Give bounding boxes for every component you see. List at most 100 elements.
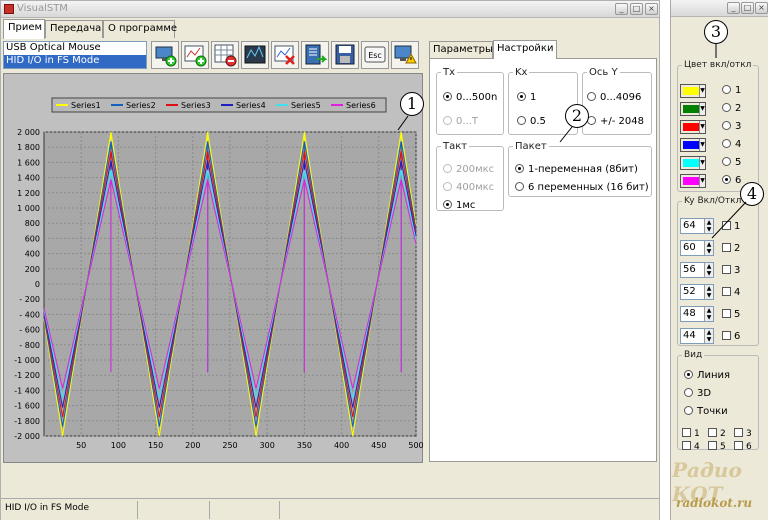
color-swatch [683, 105, 699, 113]
view-checkbox-1[interactable]: 1 [682, 428, 700, 439]
color-radio-2[interactable]: 2 [722, 103, 741, 114]
device-list-item[interactable]: USB Optical Mouse [4, 42, 146, 55]
monitor-add-button[interactable] [151, 41, 179, 69]
color-radio-3[interactable]: 3 [722, 121, 741, 132]
color-radio-4[interactable]: 4 [722, 139, 741, 150]
takt-group-label: Такт [443, 141, 468, 152]
legend-label: Series1 [71, 101, 101, 110]
checkbox-icon [722, 243, 731, 252]
spinner-arrows-icon[interactable]: ▲ ▼ [704, 329, 713, 343]
checkbox-icon [682, 428, 691, 437]
spinner-arrows-icon[interactable]: ▲ ▼ [704, 241, 713, 255]
view-checkbox-5[interactable]: 5 [708, 441, 726, 452]
color-dropdown-5[interactable]: ▼ [680, 156, 706, 170]
packet-radio-1var[interactable]: 1-переменная (8бит) [515, 164, 638, 175]
side-close-button[interactable]: × [755, 2, 768, 14]
packet-radio-6var[interactable]: 6 переменных (16 бит) [515, 182, 649, 193]
axis-y-group-label: Ось Y [589, 67, 618, 78]
tab-about[interactable]: О программе [103, 20, 177, 38]
watermark-url: radiokot.ru [676, 496, 753, 510]
checkbox-icon [722, 287, 731, 296]
radio-icon [722, 85, 731, 94]
axis-y-radio-2048[interactable]: +/- 2048 [587, 116, 644, 127]
side-minimize-button[interactable]: _ [727, 2, 740, 14]
maximize-button[interactable]: □ [630, 3, 643, 15]
view-checkbox-3[interactable]: 3 [734, 428, 752, 439]
view-radio-1[interactable]: Линия [684, 370, 730, 381]
packet-option-label: 6 переменных (16 бит) [528, 182, 649, 193]
callout-1: 1 [400, 92, 424, 116]
checkbox-icon [708, 441, 717, 450]
spinner-arrows-icon[interactable]: ▲ ▼ [704, 263, 713, 277]
tab-transmit[interactable]: Передача [45, 20, 103, 38]
ky-spinner-1[interactable]: 64 ▲ ▼ [680, 218, 714, 234]
device-list[interactable]: USB Optical Mouse HID I/O in FS Mode [3, 41, 147, 69]
ky-spinner-2[interactable]: 60 ▲ ▼ [680, 240, 714, 256]
book-export-button[interactable] [301, 41, 329, 69]
kx-radio-0-5[interactable]: 0.5 [517, 116, 546, 127]
color-dropdown-1[interactable]: ▼ [680, 84, 706, 98]
channel-checkbox-3[interactable]: 3 [722, 265, 740, 276]
channel-panel: _ □ × Цвет вкл/откл ▼ 1 ▼ 2 ▼ 3 ▼ 4 ▼ 5 ▼ 6 Ky Вкл/… [670, 0, 768, 520]
channel-checkbox-4[interactable]: 4 [722, 287, 740, 298]
spinner-arrows-icon[interactable]: ▲ ▼ [704, 219, 713, 233]
ky-spinner-6[interactable]: 44 ▲ ▼ [680, 328, 714, 344]
tx-radio-0-500[interactable]: 0...500n [443, 92, 497, 103]
main-window: VisualSTM _ □ × Прием Передача О програм… [0, 0, 660, 520]
channel-checkbox-2[interactable]: 2 [722, 243, 740, 254]
y-tick-label: 1 200 [17, 189, 40, 198]
view-checkbox-4[interactable]: 4 [682, 441, 700, 452]
color-dropdown-4[interactable]: ▼ [680, 138, 706, 152]
ky-spinner-4[interactable]: 52 ▲ ▼ [680, 284, 714, 300]
spinner-arrows-icon[interactable]: ▲ ▼ [704, 285, 713, 299]
monitor-warning-button[interactable] [391, 41, 419, 69]
takt-option-label: 400мкс [456, 182, 495, 193]
channel-checkbox-6[interactable]: 6 [722, 331, 740, 342]
radio-icon [684, 388, 693, 397]
chart-add-button[interactable] [181, 41, 209, 69]
ky-spinner-5[interactable]: 48 ▲ ▼ [680, 306, 714, 322]
escape-key-label: Esc [368, 51, 382, 60]
color-radio-6[interactable]: 6 [722, 175, 741, 186]
callout-2: 2 [565, 104, 589, 128]
close-button[interactable]: × [645, 3, 658, 15]
kx-radio-1[interactable]: 1 [517, 92, 536, 103]
color-radio-label: 5 [735, 157, 742, 168]
save-button[interactable] [331, 41, 359, 69]
view-checkbox-6[interactable]: 6 [734, 441, 752, 452]
view-radio-2[interactable]: 3D [684, 388, 711, 399]
axis-y-radio-0-4096[interactable]: 0...4096 [587, 92, 641, 103]
color-dropdown-2[interactable]: ▼ [680, 102, 706, 116]
takt-radio-400[interactable]: 400мкс [443, 182, 494, 193]
minimize-button[interactable]: _ [615, 3, 628, 15]
color-radio-5[interactable]: 5 [722, 157, 741, 168]
y-tick-label: 0 [35, 280, 40, 289]
chart-delete-button[interactable] [271, 41, 299, 69]
channel-checkbox-1[interactable]: 1 [722, 221, 740, 232]
device-list-item-selected[interactable]: HID I/O in FS Mode [4, 55, 146, 68]
table-remove-button[interactable] [211, 41, 239, 69]
tab-receive[interactable]: Прием [3, 19, 45, 39]
tab-settings[interactable]: Настройки [493, 40, 557, 59]
takt-radio-1ms[interactable]: 1мс [443, 200, 475, 211]
view-checkbox-2[interactable]: 2 [708, 428, 726, 439]
takt-radio-200[interactable]: 200мкс [443, 164, 494, 175]
checkbox-icon [734, 441, 743, 450]
view-radio-3[interactable]: Точки [684, 406, 728, 417]
y-tick-label: 800 [25, 219, 40, 228]
escape-button[interactable]: Esc [361, 41, 389, 69]
ky-spinner-3[interactable]: 56 ▲ ▼ [680, 262, 714, 278]
color-dropdown-3[interactable]: ▼ [680, 120, 706, 134]
side-maximize-button[interactable]: □ [741, 2, 754, 14]
color-radio-1[interactable]: 1 [722, 85, 741, 96]
ky-group-label: Ky Вкл/Откл [682, 196, 743, 206]
tx-group-label: Tx [443, 67, 456, 78]
tx-radio-0-t[interactable]: 0...T [443, 116, 478, 127]
color-dropdown-6[interactable]: ▼ [680, 174, 706, 188]
channel-checkbox-5[interactable]: 5 [722, 309, 740, 320]
tab-parameters[interactable]: Параметры [429, 41, 493, 58]
color-radio-label: 6 [735, 175, 742, 186]
waveform-button[interactable] [241, 41, 269, 69]
spinner-arrows-icon[interactable]: ▲ ▼ [704, 307, 713, 321]
y-tick-label: -1 400 [14, 386, 40, 395]
